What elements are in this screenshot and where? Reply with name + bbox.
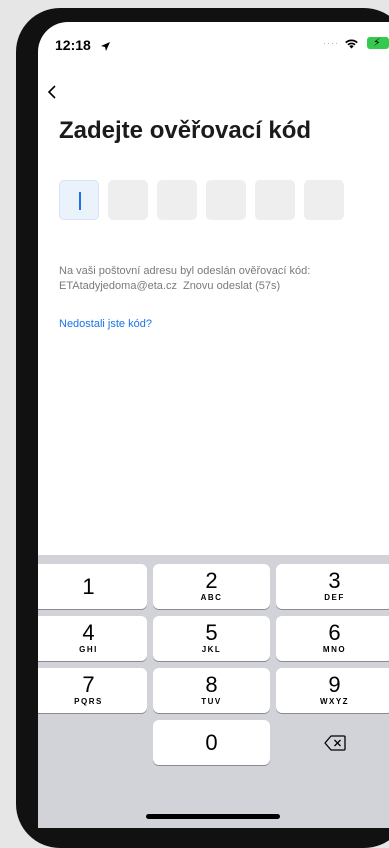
- key-4[interactable]: 4 GHI: [38, 616, 147, 661]
- signal-icon: ····: [323, 38, 339, 48]
- code-digit-2[interactable]: [108, 180, 148, 220]
- key-0[interactable]: 0: [153, 720, 270, 765]
- key-1[interactable]: 1: [38, 564, 147, 609]
- key-letters: PQRS: [74, 697, 103, 706]
- key-letters: DEF: [324, 593, 345, 602]
- numeric-keyboard: 1 2 ABC 3 DEF 4 GHI 5 JKL 6 MNO 7 PQRS 8 TUV 9W…: [38, 555, 389, 828]
- key-letters: WXYZ: [319, 697, 350, 706]
- location-arrow-icon: [100, 39, 111, 57]
- key-9[interactable]: 9 WXYZ: [276, 668, 389, 713]
- home-indicator[interactable]: [146, 814, 280, 819]
- resend-countdown[interactable]: Znovu odeslat (57s): [183, 280, 280, 292]
- info-text: Na vaši poštovní adresu byl odeslán ověř…: [59, 264, 359, 294]
- wifi-icon: [344, 36, 359, 54]
- key-2[interactable]: 2 ABC: [153, 564, 270, 609]
- screen: 12:18 ···· ⚡ Zadejte ověřovací kód Na va…: [38, 22, 389, 828]
- key-digit: 7: [82, 672, 95, 697]
- key-letters: GHI: [79, 645, 98, 654]
- text-caret: [79, 192, 81, 210]
- key-3[interactable]: 3 DEF: [276, 564, 389, 609]
- key-digit: 3: [328, 568, 341, 593]
- key-digit: 1: [82, 574, 95, 599]
- key-digit: 2: [205, 568, 218, 593]
- key-5[interactable]: 5 JKL: [153, 616, 270, 661]
- key-letters: ABC: [200, 593, 223, 602]
- key-letters: MNO: [322, 645, 347, 654]
- key-digit: 6: [328, 620, 341, 645]
- back-button[interactable]: [38, 78, 66, 106]
- key-8[interactable]: 8 TUV: [153, 668, 270, 713]
- status-time: 12:18: [55, 37, 91, 53]
- key-digit: 4: [82, 620, 95, 645]
- key-letters: JKL: [201, 645, 222, 654]
- key-6[interactable]: 6 MNO: [276, 616, 389, 661]
- key-digit: 0: [205, 730, 218, 755]
- info-email: ETAtadyjedoma@eta.cz: [59, 280, 177, 292]
- key-letters: TUV: [201, 697, 222, 706]
- code-digit-5[interactable]: [255, 180, 295, 220]
- backspace-icon: [323, 734, 346, 751]
- page-title: Zadejte ověřovací kód: [59, 117, 312, 144]
- no-code-link[interactable]: Nedostali jste kód?: [59, 318, 152, 330]
- info-message: Na vaši poštovní adresu byl odeslán ověř…: [59, 265, 311, 277]
- chevron-left-icon: [47, 85, 56, 99]
- code-digit-6[interactable]: [304, 180, 344, 220]
- delete-key[interactable]: [276, 720, 389, 765]
- code-digit-3[interactable]: [157, 180, 197, 220]
- key-digit: 5: [205, 620, 218, 645]
- battery-icon: ⚡: [367, 37, 389, 49]
- key-7[interactable]: 7 PQRS: [38, 668, 147, 713]
- status-bar: 12:18 ···· ⚡: [38, 22, 389, 64]
- status-icons: ···· ⚡: [307, 36, 389, 54]
- key-digit: 9: [328, 672, 341, 697]
- key-digit: 8: [205, 672, 218, 697]
- code-digit-1[interactable]: [59, 180, 99, 220]
- code-digit-4[interactable]: [206, 180, 246, 220]
